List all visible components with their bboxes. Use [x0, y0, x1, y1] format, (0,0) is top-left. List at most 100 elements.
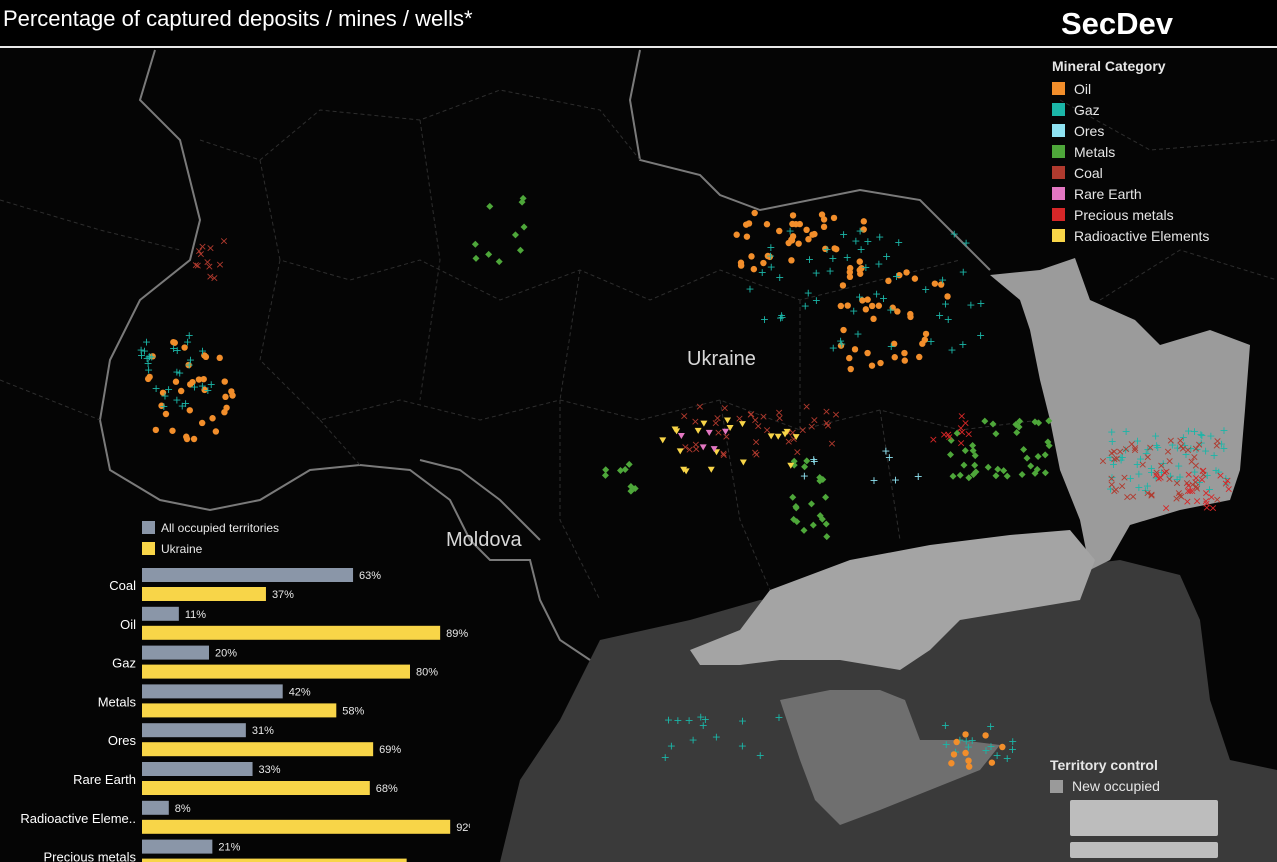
bar-value-label: 89% — [446, 628, 468, 640]
deposit-marker-gaz: + — [777, 309, 786, 322]
legend-item-precious-metals[interactable]: Precious metals — [1052, 204, 1209, 225]
deposit-marker-coal: × — [1118, 479, 1127, 492]
deposit-marker-coal: × — [206, 241, 215, 254]
chart-legend-swatch — [142, 542, 155, 555]
deposit-marker-precious-metals: × — [1161, 501, 1170, 514]
deposit-marker-coal: × — [691, 415, 700, 428]
deposit-marker-gaz: + — [926, 335, 935, 348]
deposit-marker-coal: × — [1128, 490, 1137, 503]
deposit-marker-coal: × — [1098, 455, 1107, 468]
deposit-marker-gaz: + — [712, 730, 721, 743]
deposit-marker-oil — [183, 435, 191, 443]
deposit-marker-oil — [763, 221, 771, 228]
bar-value-label: 63% — [359, 570, 381, 582]
legend-item-rare-earth[interactable]: Rare Earth — [1052, 183, 1209, 204]
bar-ukraine — [142, 858, 407, 862]
deposit-marker-precious-metals: × — [929, 433, 938, 446]
legend-label: Ores — [1074, 122, 1105, 139]
deposit-marker-oil — [950, 751, 958, 758]
bar-value-label: 92% — [456, 822, 470, 834]
deposit-marker-oil — [911, 275, 919, 282]
category-label: Gaz — [112, 656, 136, 671]
legend-item-radioactive-elements[interactable]: Radioactive Elements — [1052, 225, 1209, 246]
bar-ukraine — [142, 625, 441, 640]
deposit-marker-gaz: + — [961, 237, 970, 250]
deposit-marker-gaz: + — [894, 236, 903, 249]
bar-occupied — [142, 800, 169, 815]
territory-item-new-occupied[interactable]: New occupied — [1050, 778, 1160, 794]
deposit-marker-oil — [851, 346, 859, 353]
chart-legend-label: All occupied territories — [161, 521, 279, 535]
territory-thumbnail-1 — [1070, 800, 1218, 836]
deposit-marker-coal: × — [746, 408, 755, 421]
legend-label: Radioactive Elements — [1074, 227, 1210, 244]
deposit-marker-gaz: + — [843, 251, 852, 264]
deposit-marker-coal: × — [827, 437, 836, 450]
deposit-marker-oil — [846, 273, 854, 281]
deposit-marker-gaz: + — [745, 282, 754, 295]
deposit-marker-gaz: + — [863, 235, 872, 248]
legend-label: Metals — [1074, 143, 1116, 160]
deposit-marker-oil — [831, 245, 838, 252]
deposit-marker-precious-metals: × — [1183, 495, 1192, 508]
deposit-marker-oil — [903, 269, 910, 276]
deposit-marker-gaz: + — [1107, 425, 1116, 438]
deposit-marker-oil — [907, 313, 914, 321]
deposit-marker-oil — [733, 231, 740, 238]
deposit-marker-oil — [152, 426, 160, 434]
territory-label: New occupied — [1072, 778, 1160, 794]
deposit-marker-oil — [953, 738, 960, 746]
deposit-marker-precious-metals: × — [1156, 471, 1165, 484]
deposit-marker-gaz: + — [198, 344, 207, 357]
deposit-marker-oil — [839, 282, 847, 289]
deposit-marker-oil — [916, 353, 923, 361]
deposit-marker-oil — [891, 354, 898, 361]
legend-swatch — [1052, 229, 1065, 242]
deposit-marker-gaz: + — [758, 266, 767, 279]
deposit-marker-gaz: + — [688, 733, 697, 746]
deposit-marker-gaz: + — [775, 271, 784, 284]
bar-value-label: 80% — [416, 667, 438, 679]
deposit-marker-gaz: + — [760, 313, 769, 326]
deposit-marker-oil — [901, 357, 908, 364]
legend-swatch — [1052, 166, 1065, 179]
deposit-marker-gaz: + — [684, 714, 693, 727]
deposit-marker-gaz: + — [947, 343, 956, 356]
deposit-marker-gaz: + — [738, 715, 747, 728]
deposit-marker-gaz: + — [801, 299, 810, 312]
deposit-marker-gaz: + — [673, 714, 682, 727]
deposit-marker-coal: × — [1130, 443, 1139, 456]
deposit-marker-gaz: + — [185, 359, 194, 372]
legend-item-coal[interactable]: Coal — [1052, 162, 1209, 183]
deposit-marker-coal: × — [831, 408, 840, 421]
legend-item-metals[interactable]: Metals — [1052, 141, 1209, 162]
legend-item-gaz[interactable]: Gaz — [1052, 99, 1209, 120]
deposit-marker-gaz: + — [959, 265, 968, 278]
legend-label: Oil — [1074, 80, 1092, 97]
deposit-marker-gaz: + — [805, 253, 814, 266]
deposit-marker-coal: × — [798, 424, 807, 437]
deposit-marker-gaz: + — [812, 294, 821, 307]
deposit-marker-ores: + — [881, 445, 890, 458]
legend-item-ores[interactable]: Ores — [1052, 120, 1209, 141]
deposit-marker-oil — [999, 743, 1006, 751]
legend-item-oil[interactable]: Oil — [1052, 78, 1209, 99]
deposit-marker-gaz: + — [886, 303, 895, 316]
deposit-marker-gaz: + — [839, 228, 848, 241]
deposit-marker-oil — [948, 760, 955, 767]
territory-legend: Territory control New occupied — [1050, 757, 1160, 794]
deposit-marker-gaz: + — [774, 711, 783, 724]
deposit-marker-gaz: + — [829, 341, 838, 354]
bar-value-label: 33% — [259, 764, 281, 776]
secdev-logo: SecDev — [1060, 6, 1173, 41]
deposit-marker-ores: + — [914, 470, 923, 483]
deposit-marker-coal: × — [802, 400, 811, 413]
deposit-marker-coal: × — [1195, 438, 1204, 451]
deposit-marker-coal: × — [215, 258, 224, 271]
deposit-marker-oil — [216, 354, 223, 362]
bar-occupied — [142, 606, 179, 621]
legend-swatch — [1052, 82, 1065, 95]
deposit-marker-coal: × — [1107, 478, 1116, 491]
deposit-marker-ores: + — [810, 455, 819, 468]
deposit-marker-ores: + — [891, 473, 900, 486]
